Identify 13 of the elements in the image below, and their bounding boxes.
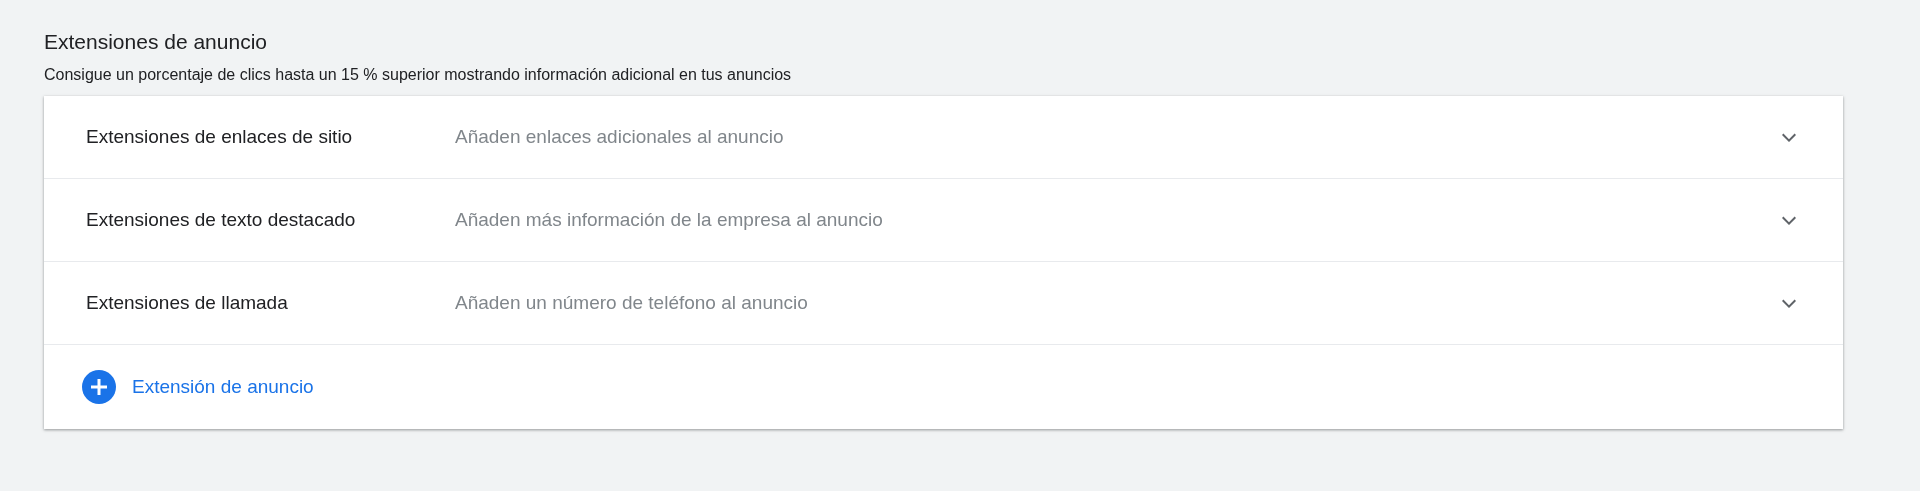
section-title: Extensiones de anuncio xyxy=(44,30,268,54)
extension-row[interactable]: Extensiones de llamada Añaden un número de teléfono al anuncio xyxy=(44,262,1843,345)
plus-icon xyxy=(82,370,116,404)
extension-row[interactable]: Extensiones de enlaces de sitio Añaden enlaces adicionales al anuncio xyxy=(44,96,1843,179)
extension-title: Extensiones de enlaces de sitio xyxy=(86,126,354,148)
extension-description: Añaden más información de la empresa al anuncio xyxy=(455,209,884,231)
section-subtitle: Consigue un porcentaje de clics hasta un 15 % superior mostrando información adicional en tus anuncios xyxy=(44,66,793,84)
add-extension-button[interactable]: Extensión de anuncio xyxy=(82,370,314,404)
extension-description: Añaden enlaces adicionales al anuncio xyxy=(455,126,785,148)
extension-title: Extensiones de llamada xyxy=(86,292,289,314)
extension-row[interactable]: Extensiones de texto destacado Añaden más información de la empresa al anuncio xyxy=(44,179,1843,262)
extension-description: Añaden un número de teléfono al anuncio xyxy=(455,292,809,314)
extension-title: Extensiones de texto destacado xyxy=(86,209,357,231)
